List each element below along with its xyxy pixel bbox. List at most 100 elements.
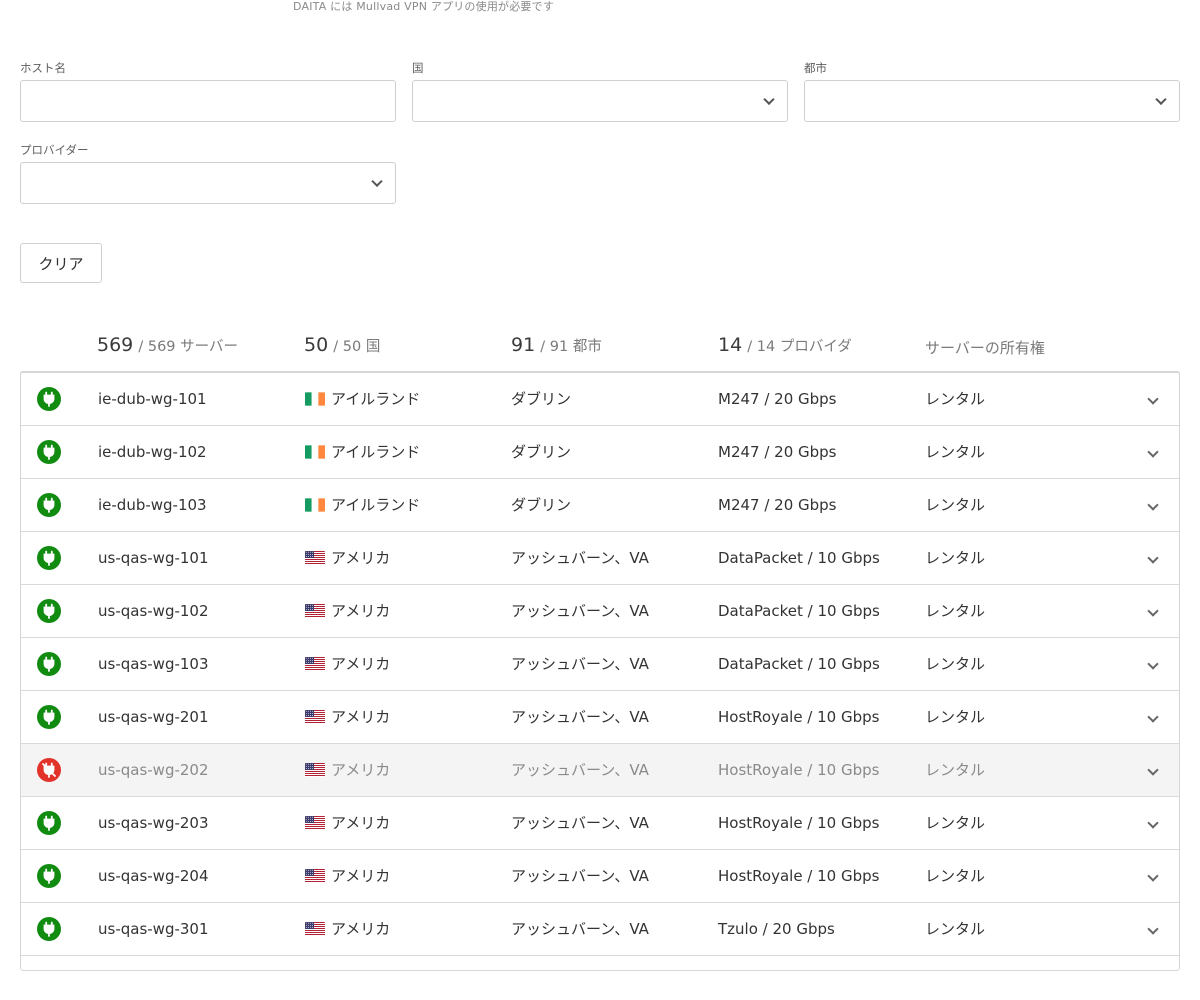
server-list-page: DAITA には Mullvad VPN アプリの使用が必要です ホスト名 国 … [0, 0, 1200, 1000]
provider-cell: DataPacket / 10 Gbps [718, 549, 880, 567]
provider-cell: Tzulo / 20 Gbps [718, 920, 835, 938]
hostname-input-box[interactable] [20, 80, 396, 122]
table-row[interactable]: ie-dub-wg-102 アイルランド ダブリン M247 / 20 Gbps… [21, 426, 1179, 479]
city-count: 91 [511, 334, 536, 356]
status-cell [37, 705, 61, 729]
country-name: アメリカ [331, 814, 391, 832]
chevron-down-icon[interactable] [1147, 552, 1159, 564]
hostname-input[interactable] [21, 81, 395, 121]
table-row[interactable]: us-qas-wg-201 アメリカ アッシュバーン、VA HostRoyale… [21, 691, 1179, 744]
country-cell: アイルランド [305, 373, 420, 425]
status-cell [37, 493, 61, 517]
country-name: アメリカ [331, 708, 391, 726]
server-table: ie-dub-wg-101 アイルランド ダブリン M247 / 20 Gbps… [20, 371, 1180, 971]
server-count-header[interactable]: 569 / 569 サーバー [97, 334, 238, 356]
city-cell: アッシュバーン、VA [511, 708, 649, 726]
clear-button[interactable]: クリア [20, 243, 102, 283]
chevron-down-icon [371, 175, 383, 188]
ownership-cell: レンタル [925, 549, 986, 567]
chevron-down-icon[interactable] [1147, 923, 1159, 935]
provider-cell: HostRoyale / 10 Gbps [718, 814, 880, 832]
provider-cell: M247 / 20 Gbps [718, 443, 837, 461]
provider-cell: M247 / 20 Gbps [718, 390, 837, 408]
plug-icon [37, 811, 61, 835]
plug-icon [37, 705, 61, 729]
ownership-cell: レンタル [925, 443, 986, 461]
hostname-cell: ie-dub-wg-103 [98, 496, 207, 514]
plug-icon [37, 652, 61, 676]
country-cell: アメリカ [305, 532, 390, 584]
ownership-cell: レンタル [925, 814, 986, 832]
country-cell: アメリカ [305, 797, 390, 849]
chevron-down-icon[interactable] [1147, 764, 1159, 776]
country-name: アメリカ [331, 867, 391, 885]
hostname-cell: us-qas-wg-301 [98, 920, 209, 938]
provider-count-header[interactable]: 14 / 14 プロバイダ [718, 334, 852, 356]
chevron-down-icon[interactable] [1147, 658, 1159, 670]
ownership-cell: レンタル [925, 708, 986, 726]
country-cell: アメリカ [305, 638, 390, 690]
usa-flag-icon [305, 922, 325, 936]
usa-flag-icon [305, 869, 325, 883]
table-row[interactable]: us-qas-wg-204 アメリカ アッシュバーン、VA HostRoyale… [21, 850, 1179, 903]
status-cell [37, 652, 61, 676]
status-cell [37, 546, 61, 570]
table-row[interactable]: ie-dub-wg-103 アイルランド ダブリン M247 / 20 Gbps… [21, 479, 1179, 532]
table-row[interactable]: us-qas-wg-102 アメリカ アッシュバーン、VA DataPacket… [21, 585, 1179, 638]
country-label: 国 [412, 61, 424, 75]
chevron-down-icon[interactable] [1147, 711, 1159, 723]
city-count-header[interactable]: 91 / 91 都市 [511, 334, 602, 356]
table-row[interactable]: us-qas-wg-101 アメリカ アッシュバーン、VA DataPacket… [21, 532, 1179, 585]
ownership-header[interactable]: サーバーの所有権 [925, 334, 1045, 357]
country-count: 50 [304, 334, 329, 356]
city-total: / 91 都市 [540, 339, 602, 355]
country-cell: アメリカ [305, 903, 390, 955]
city-select[interactable] [804, 80, 1180, 122]
provider-cell: M247 / 20 Gbps [718, 496, 837, 514]
status-cell [37, 387, 61, 411]
hostname-cell: us-qas-wg-201 [98, 708, 209, 726]
provider-select[interactable] [20, 162, 396, 204]
ownership-cell: レンタル [925, 867, 986, 885]
city-cell: アッシュバーン、VA [511, 867, 649, 885]
hostname-cell: us-qas-wg-204 [98, 867, 209, 885]
usa-flag-icon [305, 551, 325, 565]
country-count-header[interactable]: 50 / 50 国 [304, 334, 380, 356]
provider-cell: DataPacket / 10 Gbps [718, 655, 880, 673]
country-cell: アイルランド [305, 426, 420, 478]
usa-flag-icon [305, 604, 325, 618]
table-row[interactable]: us-qas-wg-202 アメリカ アッシュバーン、VA HostRoyale… [21, 744, 1179, 797]
city-cell: ダブリン [511, 443, 572, 461]
table-row[interactable]: us-qas-wg-301 アメリカ アッシュバーン、VA Tzulo / 20… [21, 903, 1179, 956]
city-cell: アッシュバーン、VA [511, 655, 649, 673]
chevron-down-icon[interactable] [1147, 817, 1159, 829]
provider-count: 14 [718, 334, 743, 356]
chevron-down-icon[interactable] [1147, 499, 1159, 511]
ownership-cell: レンタル [925, 920, 986, 938]
usa-flag-icon [305, 816, 325, 830]
chevron-down-icon[interactable] [1147, 446, 1159, 458]
status-cell [37, 758, 61, 782]
status-cell [37, 599, 61, 623]
city-cell: アッシュバーン、VA [511, 549, 649, 567]
country-select[interactable] [412, 80, 788, 122]
country-name: アイルランド [331, 390, 421, 408]
ownership-cell: レンタル [925, 655, 986, 673]
country-name: アメリカ [331, 920, 391, 938]
chevron-down-icon[interactable] [1147, 393, 1159, 405]
provider-filter: プロバイダー [20, 143, 396, 204]
city-cell: アッシュバーン、VA [511, 602, 649, 620]
plug-icon [37, 546, 61, 570]
table-row[interactable]: us-qas-wg-203 アメリカ アッシュバーン、VA HostRoyale… [21, 797, 1179, 850]
city-cell: アッシュバーン、VA [511, 814, 649, 832]
country-name: アイルランド [331, 443, 421, 461]
city-cell: アッシュバーン、VA [511, 920, 649, 938]
table-row[interactable]: ie-dub-wg-101 アイルランド ダブリン M247 / 20 Gbps… [21, 373, 1179, 426]
hostname-filter: ホスト名 [20, 61, 396, 122]
table-row[interactable]: us-qas-wg-103 アメリカ アッシュバーン、VA DataPacket… [21, 638, 1179, 691]
chevron-down-icon[interactable] [1147, 605, 1159, 617]
ireland-flag-icon [305, 498, 325, 512]
provider-cell: HostRoyale / 10 Gbps [718, 761, 880, 779]
chevron-down-icon[interactable] [1147, 870, 1159, 882]
city-filter: 都市 [804, 61, 1180, 122]
